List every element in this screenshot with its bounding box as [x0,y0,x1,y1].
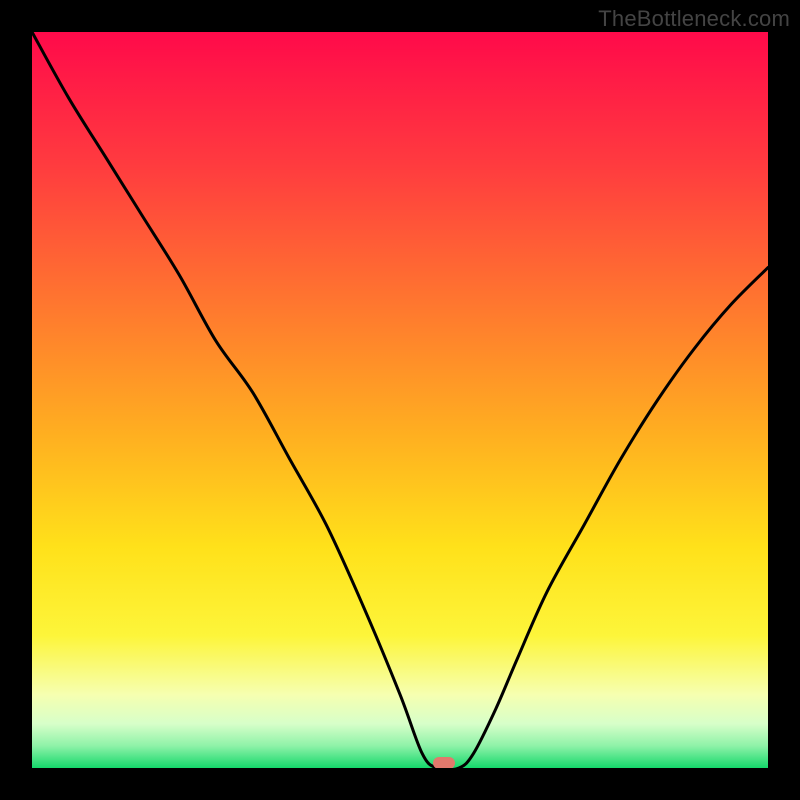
watermark-text: TheBottleneck.com [598,6,790,32]
optimal-point-marker [433,757,455,768]
chart-frame: TheBottleneck.com [0,0,800,800]
plot-area [32,32,768,768]
bottleneck-chart-svg [32,32,768,768]
